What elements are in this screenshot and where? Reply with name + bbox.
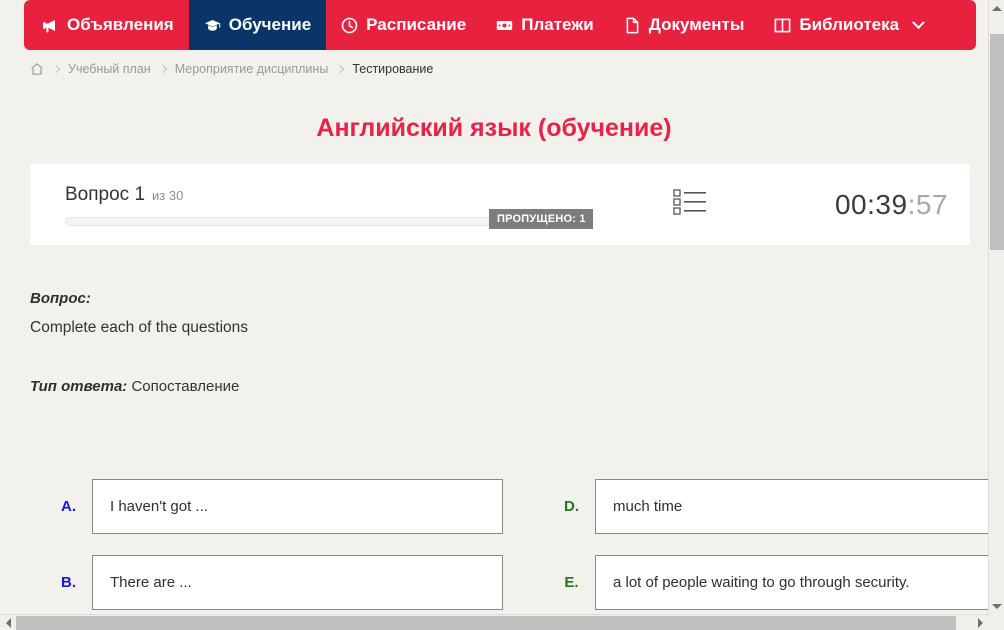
nav-item-education[interactable]: Обучение [188,0,327,50]
breadcrumb-separator [336,64,345,74]
timer-seconds: :57 [907,188,948,220]
scroll-left-arrow-icon[interactable] [0,615,16,630]
question-body: Вопрос: Complete each of the questions [30,290,248,337]
nav-label-documents: Документы [648,15,745,34]
scrollbar-corner [988,614,1004,630]
answer-type-row: Тип ответа: Сопоставление [30,378,239,395]
question-prompt-label: Вопрос: [30,290,91,307]
vertical-scrollbar-thumb[interactable] [990,34,1004,250]
main-navigation: Объявления Обучение Расписание Платежи Д… [24,0,976,50]
scroll-down-arrow-icon[interactable] [989,598,1004,614]
nav-item-library[interactable]: Библиотека [759,0,938,50]
nav-label-education: Обучение [228,15,312,34]
horizontal-scrollbar[interactable] [0,614,988,630]
matching-letter-e: E. [564,574,579,591]
breadcrumb-item-testing: Тестирование [352,62,434,76]
question-header-card: Вопрос 1 из 30 ПРОПУЩЕНО: 1 00:39:57 [30,164,970,245]
question-number-label: Вопрос 1 [65,183,146,205]
book-icon [774,17,791,34]
nav-item-documents[interactable]: Документы [609,0,760,50]
matching-letter-b: B. [61,574,76,591]
question-counter: Вопрос 1 из 30 [65,184,620,206]
nav-item-announcements[interactable]: Объявления [24,0,189,50]
question-total-label: из 30 [152,187,184,203]
scroll-right-arrow-icon[interactable] [972,615,988,630]
answer-type-label: Тип ответа: [30,378,128,395]
nav-item-schedule[interactable]: Расписание [326,0,481,50]
question-prompt-text: Complete each of the questions [30,319,248,336]
matching-option-e[interactable]: a lot of people waiting to go through se… [595,555,988,610]
matching-letter-a: A. [61,498,76,515]
nav-item-payments[interactable]: Платежи [481,0,609,50]
breadcrumb-item-discipline-event[interactable]: Мероприятие дисциплины [175,62,329,76]
breadcrumb-item-study-plan[interactable]: Учебный план [68,62,151,76]
graduation-cap-icon [204,17,221,34]
nav-label-schedule: Расписание [366,15,467,34]
matching-letter-d: D. [564,498,579,515]
skipped-badge: ПРОПУЩЕНО: 1 [489,208,593,229]
matching-option-d[interactable]: much time [595,479,988,534]
page-viewport: Объявления Обучение Расписание Платежи Д… [0,0,988,614]
document-icon [624,17,641,34]
vertical-scrollbar[interactable] [988,0,1004,614]
matching-grid: A. I haven't got ... D. much time B. The… [45,479,988,610]
answer-type-value: Сопоставление [131,378,240,395]
matching-option-b[interactable]: There are ... [92,555,503,610]
banknote-icon [496,17,513,34]
home-icon[interactable] [30,62,44,76]
question-progress-section: Вопрос 1 из 30 ПРОПУЩЕНО: 1 [30,184,620,229]
nav-label-payments: Платежи [521,15,594,34]
matching-option-a[interactable]: I haven't got ... [92,479,503,534]
question-list-icon[interactable] [673,187,707,222]
timer: 00:39:57 [760,189,970,221]
scroll-up-arrow-icon[interactable] [989,0,1004,16]
breadcrumb-separator [158,64,167,74]
breadcrumb: Учебный план Мероприятие дисциплины Тест… [30,62,433,76]
nav-label-announcements: Объявления [67,15,174,34]
question-list-section [620,187,760,222]
matching-row-e: E. a lot of people waiting to go through… [548,555,988,610]
matching-row-b: B. There are ... [45,555,503,610]
matching-row-d: D. much time [548,479,988,534]
chevron-down-icon[interactable] [912,15,925,29]
horizontal-scrollbar-thumb[interactable] [16,616,956,630]
breadcrumb-separator [51,64,61,74]
matching-row-a: A. I haven't got ... [45,479,503,534]
clock-icon [341,17,358,34]
megaphone-icon [42,17,59,34]
nav-label-library: Библиотека [799,15,900,34]
page-title: Английский язык (обучение) [316,114,672,142]
timer-hours-minutes: 00:39 [834,188,908,220]
